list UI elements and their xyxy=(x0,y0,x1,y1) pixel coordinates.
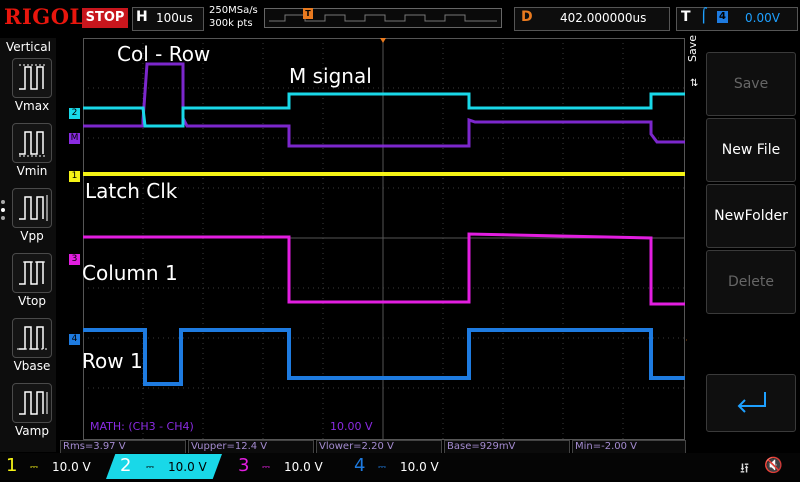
dc-coupling-icon: ⎓ xyxy=(30,462,38,473)
vmin-waveform-icon[interactable] xyxy=(12,123,52,163)
math-trace xyxy=(83,62,685,148)
math-label: MATH: (CH3 - CH4) xyxy=(90,420,194,433)
new-folder-button[interactable]: NewFolder xyxy=(706,184,796,248)
annotation-latch-clk: Latch Clk xyxy=(85,179,178,203)
ch1-marker[interactable]: 1 xyxy=(69,171,80,182)
sample-rate: 250MSa/s xyxy=(209,5,258,16)
dc-coupling-icon: ⎓ xyxy=(262,462,270,473)
channel-1-number: 1 xyxy=(6,455,18,476)
menu-arrows-icon: ⇅ xyxy=(690,78,699,89)
measure-item-label: Vamp xyxy=(15,424,49,438)
trigger-label: T xyxy=(681,9,691,25)
annotation-column1: Column 1 xyxy=(82,261,178,285)
annotation-row1: Row 1 xyxy=(82,349,143,373)
channel-3-number: 3 xyxy=(238,455,250,476)
stat-vupper: Vupper=12.4 V xyxy=(188,440,314,454)
math-marker[interactable]: M xyxy=(69,133,80,144)
math-scale: 10.00 V xyxy=(330,420,373,433)
timeline-waveform-icon xyxy=(269,14,497,22)
channel-1-scale: 10.0 V xyxy=(52,460,91,474)
stat-vlower: Vlower=2.20 V xyxy=(316,440,442,454)
measure-item-label: Vmin xyxy=(16,164,48,178)
measure-panel-title: Vertical xyxy=(6,40,51,54)
memory-timeline-bar[interactable] xyxy=(264,8,502,28)
channel-4-scale: 10.0 V xyxy=(400,460,439,474)
ch4-marker[interactable]: 4 xyxy=(69,334,80,345)
waveform-display[interactable] xyxy=(83,38,685,440)
save-button[interactable]: Save xyxy=(706,52,796,116)
speaker-muted-icon[interactable]: 🔇 xyxy=(764,456,783,474)
enter-button[interactable] xyxy=(706,374,796,432)
ch2-marker[interactable]: 2 xyxy=(69,108,80,119)
stat-base: Base=929mV xyxy=(444,440,570,454)
stat-rms: Rms=3.97 V xyxy=(60,440,186,454)
horizontal-trigger-marker xyxy=(380,38,386,43)
stat-min: Min=-2.00 V xyxy=(572,440,686,454)
usb-icon: ⭿ xyxy=(740,461,750,477)
measure-item-label: Vmax xyxy=(14,99,50,113)
channel-2-scale: 10.0 V xyxy=(168,460,207,474)
brand-logo: RIGOL xyxy=(4,4,85,29)
annotation-m-signal: M signal xyxy=(289,64,372,88)
vtop-waveform-icon[interactable] xyxy=(12,253,52,293)
save-menu-tab[interactable]: Save xyxy=(686,35,699,62)
channel-4-number: 4 xyxy=(354,455,366,476)
dc-coupling-icon: ⎓ xyxy=(146,462,154,473)
trigger-position-marker[interactable]: T xyxy=(303,8,313,19)
measure-item-label: Vtop xyxy=(18,294,46,308)
run-stop-badge[interactable]: STOP xyxy=(82,8,128,28)
ch3-marker[interactable]: 3 xyxy=(69,254,80,265)
dc-coupling-icon: ⎓ xyxy=(378,462,386,473)
delay-value: 402.000000us xyxy=(560,11,647,25)
new-file-button[interactable]: New File xyxy=(706,118,796,182)
trigger-level: 0.00V xyxy=(745,11,780,25)
vpp-waveform-icon[interactable] xyxy=(12,188,52,228)
annotation-col-row: Col - Row xyxy=(117,42,211,66)
rising-edge-icon: ⌠ xyxy=(700,8,708,24)
trigger-source: 4 xyxy=(717,11,728,23)
measure-item-label: Vbase xyxy=(13,359,51,373)
waveform-grid xyxy=(83,38,685,440)
channel-2-number: 2 xyxy=(120,455,132,476)
scroll-dot xyxy=(1,216,5,220)
delay-label: D xyxy=(521,9,533,25)
horizontal-label: H xyxy=(136,9,148,25)
measure-item-label: Vpp xyxy=(20,229,44,243)
enter-arrow-icon xyxy=(737,392,766,413)
delete-button[interactable]: Delete xyxy=(706,250,796,314)
scroll-dot xyxy=(1,200,5,204)
vmax-waveform-icon[interactable] xyxy=(12,58,52,98)
timebase-value: 100us xyxy=(156,11,193,25)
memory-depth: 300k pts xyxy=(209,18,253,29)
vbase-waveform-icon[interactable] xyxy=(12,318,52,358)
scroll-dot xyxy=(1,208,5,212)
save-menu-tab-label: Save xyxy=(686,34,699,62)
vamp-waveform-icon[interactable] xyxy=(12,383,52,423)
channel-3-scale: 10.0 V xyxy=(284,460,323,474)
